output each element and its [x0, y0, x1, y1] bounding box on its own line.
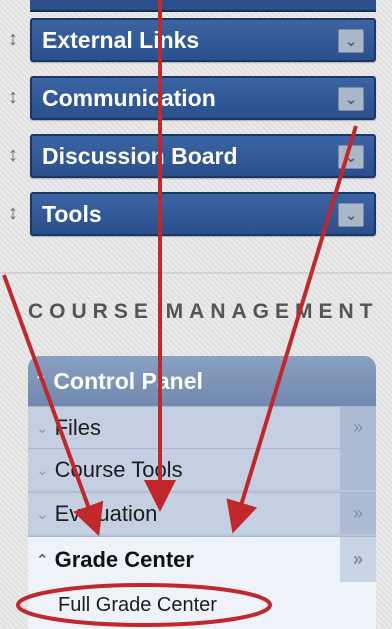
control-panel-item-label: Evaluation [54, 500, 158, 526]
sub-item-label: Full Grade Center [58, 594, 217, 616]
menu-item-label: Communication [42, 84, 216, 111]
menu-item-external-links[interactable]: External Links ⌄ [30, 18, 376, 62]
double-chevron-right-icon[interactable] [340, 449, 376, 490]
drag-handle-icon[interactable]: ↕ [6, 199, 20, 227]
control-panel-title: Control Panel [53, 367, 203, 394]
control-panel-item-grade-center[interactable]: ⌃ Grade Center » [28, 536, 376, 582]
menu-item-label: Discussion Board [42, 142, 238, 169]
drag-handle-icon[interactable]: ↕ [6, 83, 20, 111]
menu-item-discussion-board[interactable]: Discussion Board ⌄ [30, 134, 376, 178]
menu-item-label: External Links [42, 26, 200, 53]
expand-chevron-icon: ⌄ [36, 505, 49, 523]
drag-handle-icon[interactable]: ↕ [6, 25, 20, 53]
control-panel-item-course-tools[interactable]: ⌄ Course Tools [28, 448, 376, 490]
menu-item-cropped-top [30, 0, 376, 12]
control-panel-item-label: Files [54, 414, 102, 440]
control-panel-item-evaluation[interactable]: ⌄ Evaluation » [28, 492, 376, 534]
section-heading: COURSE MANAGEMENT [28, 300, 379, 323]
expand-chevron-icon: ⌄ [36, 419, 49, 437]
control-panel-item-label: Grade Center [54, 546, 194, 572]
collapse-chevron-icon: ⌃ [34, 373, 48, 390]
drag-handle-icon[interactable]: ↕ [6, 141, 20, 169]
double-chevron-right-icon[interactable]: » [340, 537, 376, 582]
double-chevron-down-icon[interactable]: ⌄ [338, 145, 364, 169]
menu-item-communication[interactable]: Communication ⌄ [30, 76, 376, 120]
control-panel-header[interactable]: ⌃ Control Panel [28, 356, 376, 406]
control-panel-item-files[interactable]: ⌄ Files » [28, 406, 376, 448]
menu-item-label: Tools [42, 200, 102, 227]
double-chevron-right-icon[interactable]: » [340, 407, 376, 448]
menu-item-tools[interactable]: Tools ⌄ [30, 192, 376, 236]
double-chevron-down-icon[interactable]: ⌄ [338, 87, 364, 111]
expand-chevron-icon: ⌄ [36, 461, 49, 479]
section-divider [0, 272, 392, 274]
collapse-chevron-icon: ⌃ [36, 551, 49, 569]
sub-item-full-grade-center[interactable]: Full Grade Center [28, 582, 376, 629]
control-panel-item-label: Course Tools [54, 456, 183, 482]
control-panel: ⌃ Control Panel ⌄ Files » ⌄ Course Tools… [28, 356, 376, 629]
double-chevron-down-icon[interactable]: ⌄ [338, 203, 364, 227]
double-chevron-down-icon[interactable]: ⌄ [338, 29, 364, 53]
double-chevron-right-icon[interactable]: » [340, 493, 376, 534]
